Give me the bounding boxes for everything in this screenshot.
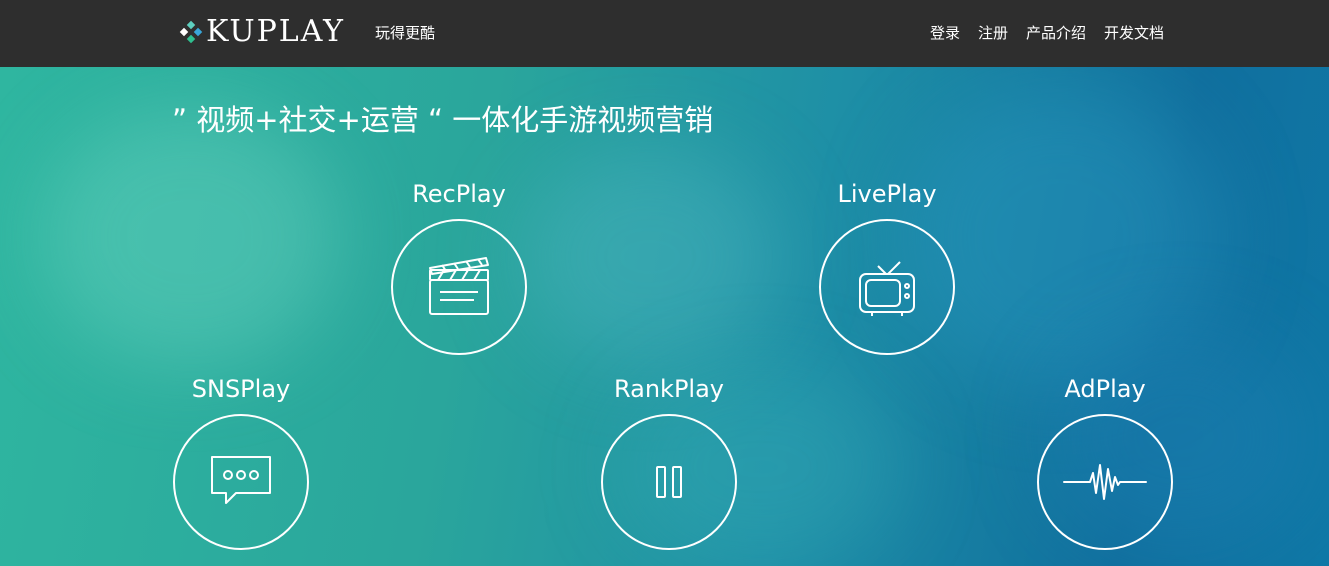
product-label: RecPlay <box>412 180 506 208</box>
kuplay-logo[interactable]: KUPLAY <box>179 12 345 52</box>
snsplay-button[interactable] <box>173 414 309 550</box>
pause-icon <box>656 466 682 498</box>
sound-wave-icon <box>1063 464 1147 500</box>
nav-register-link[interactable]: 注册 <box>978 21 1008 45</box>
product-label: LivePlay <box>837 180 937 208</box>
adplay-button[interactable] <box>1037 414 1173 550</box>
product-rankplay: RankPlay <box>569 374 769 550</box>
product-liveplay: LivePlay <box>787 179 987 355</box>
product-adplay: AdPlay <box>1005 374 1205 550</box>
tv-icon <box>859 261 915 316</box>
product-label: RankPlay <box>613 375 724 403</box>
recplay-button[interactable] <box>391 219 527 355</box>
nav-dev-docs-link[interactable]: 开发文档 <box>1104 21 1164 45</box>
hero-title: ” 视频+社交+运营 “ 一体化手游视频营销 <box>172 103 714 137</box>
diamond-logo-icon <box>179 20 203 44</box>
top-navbar: KUPLAY 玩得更酷 登录 注册 产品介绍 开发文档 <box>0 0 1329 67</box>
product-label: SNSPlay <box>191 375 291 403</box>
rankplay-button[interactable] <box>601 414 737 550</box>
nav-product-intro-link[interactable]: 产品介绍 <box>1026 21 1086 45</box>
clapperboard-icon <box>429 257 489 315</box>
logo-text: KUPLAY <box>206 14 345 49</box>
nav-links: 登录 注册 产品介绍 开发文档 <box>930 21 1164 45</box>
tagline: 玩得更酷 <box>375 24 436 42</box>
chat-bubble-icon <box>211 456 271 504</box>
hero-section: ” 视频+社交+运营 “ 一体化手游视频营销 RecPlay LivePlay … <box>0 67 1329 566</box>
product-snsplay: SNSPlay <box>141 374 341 550</box>
product-label: AdPlay <box>1064 375 1146 403</box>
liveplay-button[interactable] <box>819 219 955 355</box>
nav-login-link[interactable]: 登录 <box>930 21 960 45</box>
background-blur-shape <box>520 147 780 367</box>
background-blur-shape <box>40 107 340 367</box>
product-recplay: RecPlay <box>359 179 559 355</box>
